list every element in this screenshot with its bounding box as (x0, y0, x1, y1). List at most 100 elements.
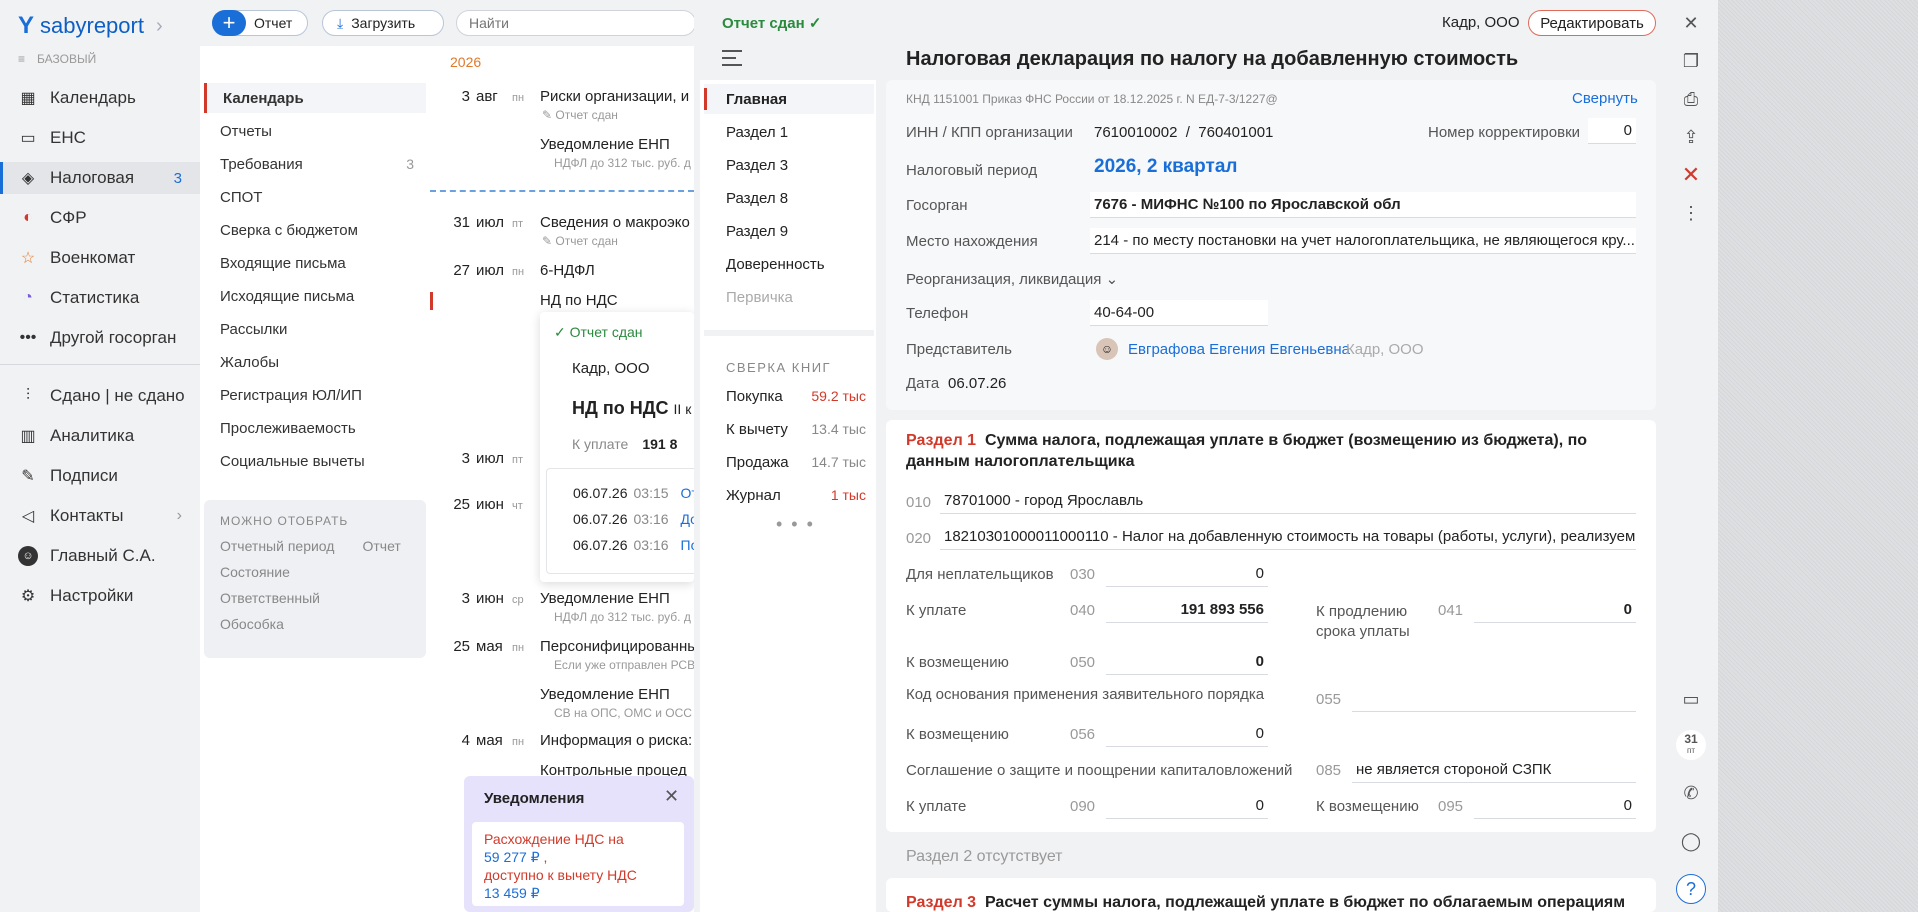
form-meta: КНД 1151001 Приказ ФНС России от 18.12.2… (906, 92, 1278, 106)
notification-card[interactable]: Расхождение НДС на 59 277 ₽ , доступно к… (472, 822, 684, 906)
chat-icon[interactable]: ◯ (1676, 826, 1706, 856)
new-report-button[interactable]: + Отчет (212, 10, 308, 36)
organization-name: Кадр, ООО (1442, 14, 1520, 31)
nav-item-other-agency[interactable]: ••• Другой госорган (0, 322, 200, 354)
nav-item-ens[interactable]: ▭ ЕНС (0, 122, 200, 154)
nav-item-settings[interactable]: ⚙ Настройки (0, 580, 200, 612)
book-deduction[interactable]: К вычету 13.4 тыс (726, 421, 866, 438)
section-9[interactable]: Раздел 9 (704, 216, 874, 246)
search-input[interactable] (456, 10, 696, 36)
reorg-toggle[interactable]: Реорганизация, ликвидация ⌄ (906, 270, 1118, 288)
submenu-item-calendar[interactable]: Календарь (204, 83, 426, 113)
nav-item-military[interactable]: ☆ Военкомат (0, 242, 200, 274)
filter-report[interactable]: Отчет (362, 538, 400, 554)
sections-divider (704, 330, 874, 336)
nav-item-tax[interactable]: ◈ Налоговая 3 (0, 162, 200, 194)
kbk-field[interactable]: 18210301000011000110 - Налог на добавлен… (940, 524, 1636, 550)
submenu-item-spot[interactable]: СПОТ (220, 182, 430, 212)
submenu-item-mailings[interactable]: Рассылки (220, 314, 430, 344)
submenu-item-social[interactable]: Социальные вычеты (220, 446, 430, 476)
notifications-panel: Уведомления ✕ Расхождение НДС на 59 277 … (464, 776, 694, 912)
more-dots-icon[interactable]: • • • (776, 514, 815, 535)
avatar: ☺ (1096, 338, 1118, 360)
tax-icon: ◈ (21, 170, 35, 187)
event-log: 06.07.2603:15От 06.07.2603:16До 06.07.26… (546, 468, 694, 574)
submenu-item-budget[interactable]: Сверка с бюджетом (220, 215, 430, 245)
close-icon[interactable]: ✕ (1676, 8, 1706, 38)
row-055-field[interactable] (1352, 686, 1636, 712)
tax-period[interactable]: 2026, 2 квартал (1094, 156, 1237, 178)
logo-text: sabyreport (40, 13, 144, 38)
nav-item-sfr[interactable]: ◐ СФР (0, 202, 200, 234)
section2-absent: Раздел 2 отсутствует (906, 848, 1063, 865)
section-8[interactable]: Раздел 8 (704, 183, 874, 213)
more-vertical-icon[interactable]: ⋮ (1676, 198, 1706, 228)
submenu-item-traceability[interactable]: Прослеживаемость (220, 413, 430, 443)
oktmo-field[interactable]: 78701000 - город Ярославль (940, 488, 1636, 514)
plus-icon: + (212, 10, 246, 36)
delete-icon[interactable]: ✕ (1676, 160, 1706, 190)
filter-state[interactable]: Состояние (220, 564, 290, 580)
correction-field[interactable]: 0 (1588, 118, 1636, 144)
row-095-field[interactable]: 0 (1474, 793, 1636, 819)
section-proxy[interactable]: Доверенность (704, 249, 874, 279)
collapse-link[interactable]: Свернуть (1572, 90, 1638, 107)
avatar: ☺ (18, 546, 38, 566)
chevron-right-icon[interactable]: › (156, 15, 163, 38)
submenu-item-reports[interactable]: Отчеты (220, 116, 430, 146)
phone-field[interactable]: 40-64-00 (1090, 300, 1268, 326)
row-056-field[interactable]: 0 (1106, 721, 1268, 747)
pencil-icon: ✎ (542, 234, 556, 248)
phone-icon[interactable]: ✆ (1676, 778, 1706, 808)
row-085-field[interactable]: не является стороной СЗПК (1352, 757, 1636, 783)
copy-icon[interactable]: ❐ (1676, 46, 1706, 76)
agency-field[interactable]: 7676 - МИФНС №100 по Ярославской обл (1090, 192, 1636, 218)
nav-item-statistics[interactable]: ◔ Статистика (0, 282, 200, 314)
print-icon[interactable]: ⎙ (1676, 84, 1706, 114)
share-icon[interactable]: ⇪ (1676, 122, 1706, 152)
submenu-item-outgoing[interactable]: Исходящие письма (220, 281, 430, 311)
section-main[interactable]: Главная (704, 84, 874, 114)
row-030-field[interactable]: 0 (1106, 561, 1268, 587)
book-purchase[interactable]: Покупка 59.2 тыс (726, 388, 866, 405)
submenu-item-incoming[interactable]: Входящие письма (220, 248, 430, 278)
filter-period[interactable]: Отчетный период (220, 538, 334, 554)
upload-button[interactable]: ⤓ Загрузить (322, 10, 444, 36)
book-sales[interactable]: Продажа 14.7 тыс (726, 454, 866, 471)
nav-item-contacts[interactable]: ◁ Контакты › (0, 500, 200, 532)
nav-item-submitted[interactable]: ⫶ Сдано | не сдано (0, 380, 200, 412)
more-icon: ••• (19, 329, 37, 346)
note-icon[interactable]: ▭ (1676, 684, 1706, 714)
books-title: СВЕРКА КНИГ (726, 360, 832, 375)
help-icon[interactable]: ? (1676, 874, 1706, 904)
section-3[interactable]: Раздел 3 (704, 150, 874, 180)
inn-field[interactable]: 7610010002 / 760401001 (1094, 124, 1273, 141)
pie-chart-icon: ◔ (23, 289, 33, 306)
nav-item-user[interactable]: ☺ Главный С.А. (0, 540, 200, 572)
menu-icon[interactable]: ≡ (18, 52, 25, 66)
book-journal[interactable]: Журнал 1 тыс (726, 487, 866, 504)
row-041-field[interactable]: 0 (1474, 597, 1636, 623)
section-1[interactable]: Раздел 1 (704, 117, 874, 147)
row-040-field[interactable]: 191 893 556 (1106, 597, 1268, 623)
filter-branch[interactable]: Обособка (220, 616, 284, 632)
submenu-item-registration[interactable]: Регистрация ЮЛ/ИП (220, 380, 430, 410)
nav-item-calendar[interactable]: ▦ Календарь (0, 82, 200, 114)
representative-link[interactable]: Евграфова Евгения Евгеньевна (1128, 341, 1350, 358)
hamburger-icon[interactable] (722, 50, 742, 71)
submenu-item-complaints[interactable]: Жалобы (220, 347, 430, 377)
row-090-field[interactable]: 0 (1106, 793, 1268, 819)
chevron-down-icon: ⌄ (1105, 271, 1119, 288)
nav-item-signatures[interactable]: ✎ Подписи (0, 460, 200, 492)
nav-item-analytics[interactable]: ▥ Аналитика (0, 420, 200, 452)
calendar-icon: ▦ (20, 90, 36, 107)
filter-responsible[interactable]: Ответственный (220, 590, 320, 606)
calendar-day-icon[interactable]: 31 пт (1676, 730, 1706, 760)
row-050-field[interactable]: 0 (1106, 649, 1268, 675)
edit-button[interactable]: Редактировать (1528, 10, 1656, 36)
report-popup[interactable]: ✓ Отчет сдан Кадр, ООО НД по НДС II к К … (540, 312, 694, 582)
location-field[interactable]: 214 - по месту постановки на учет налого… (1090, 228, 1636, 254)
logo[interactable]: Y sabyreport › (18, 12, 163, 40)
close-icon[interactable]: ✕ (664, 786, 679, 807)
submenu-item-requirements[interactable]: Требования 3 (220, 149, 430, 179)
